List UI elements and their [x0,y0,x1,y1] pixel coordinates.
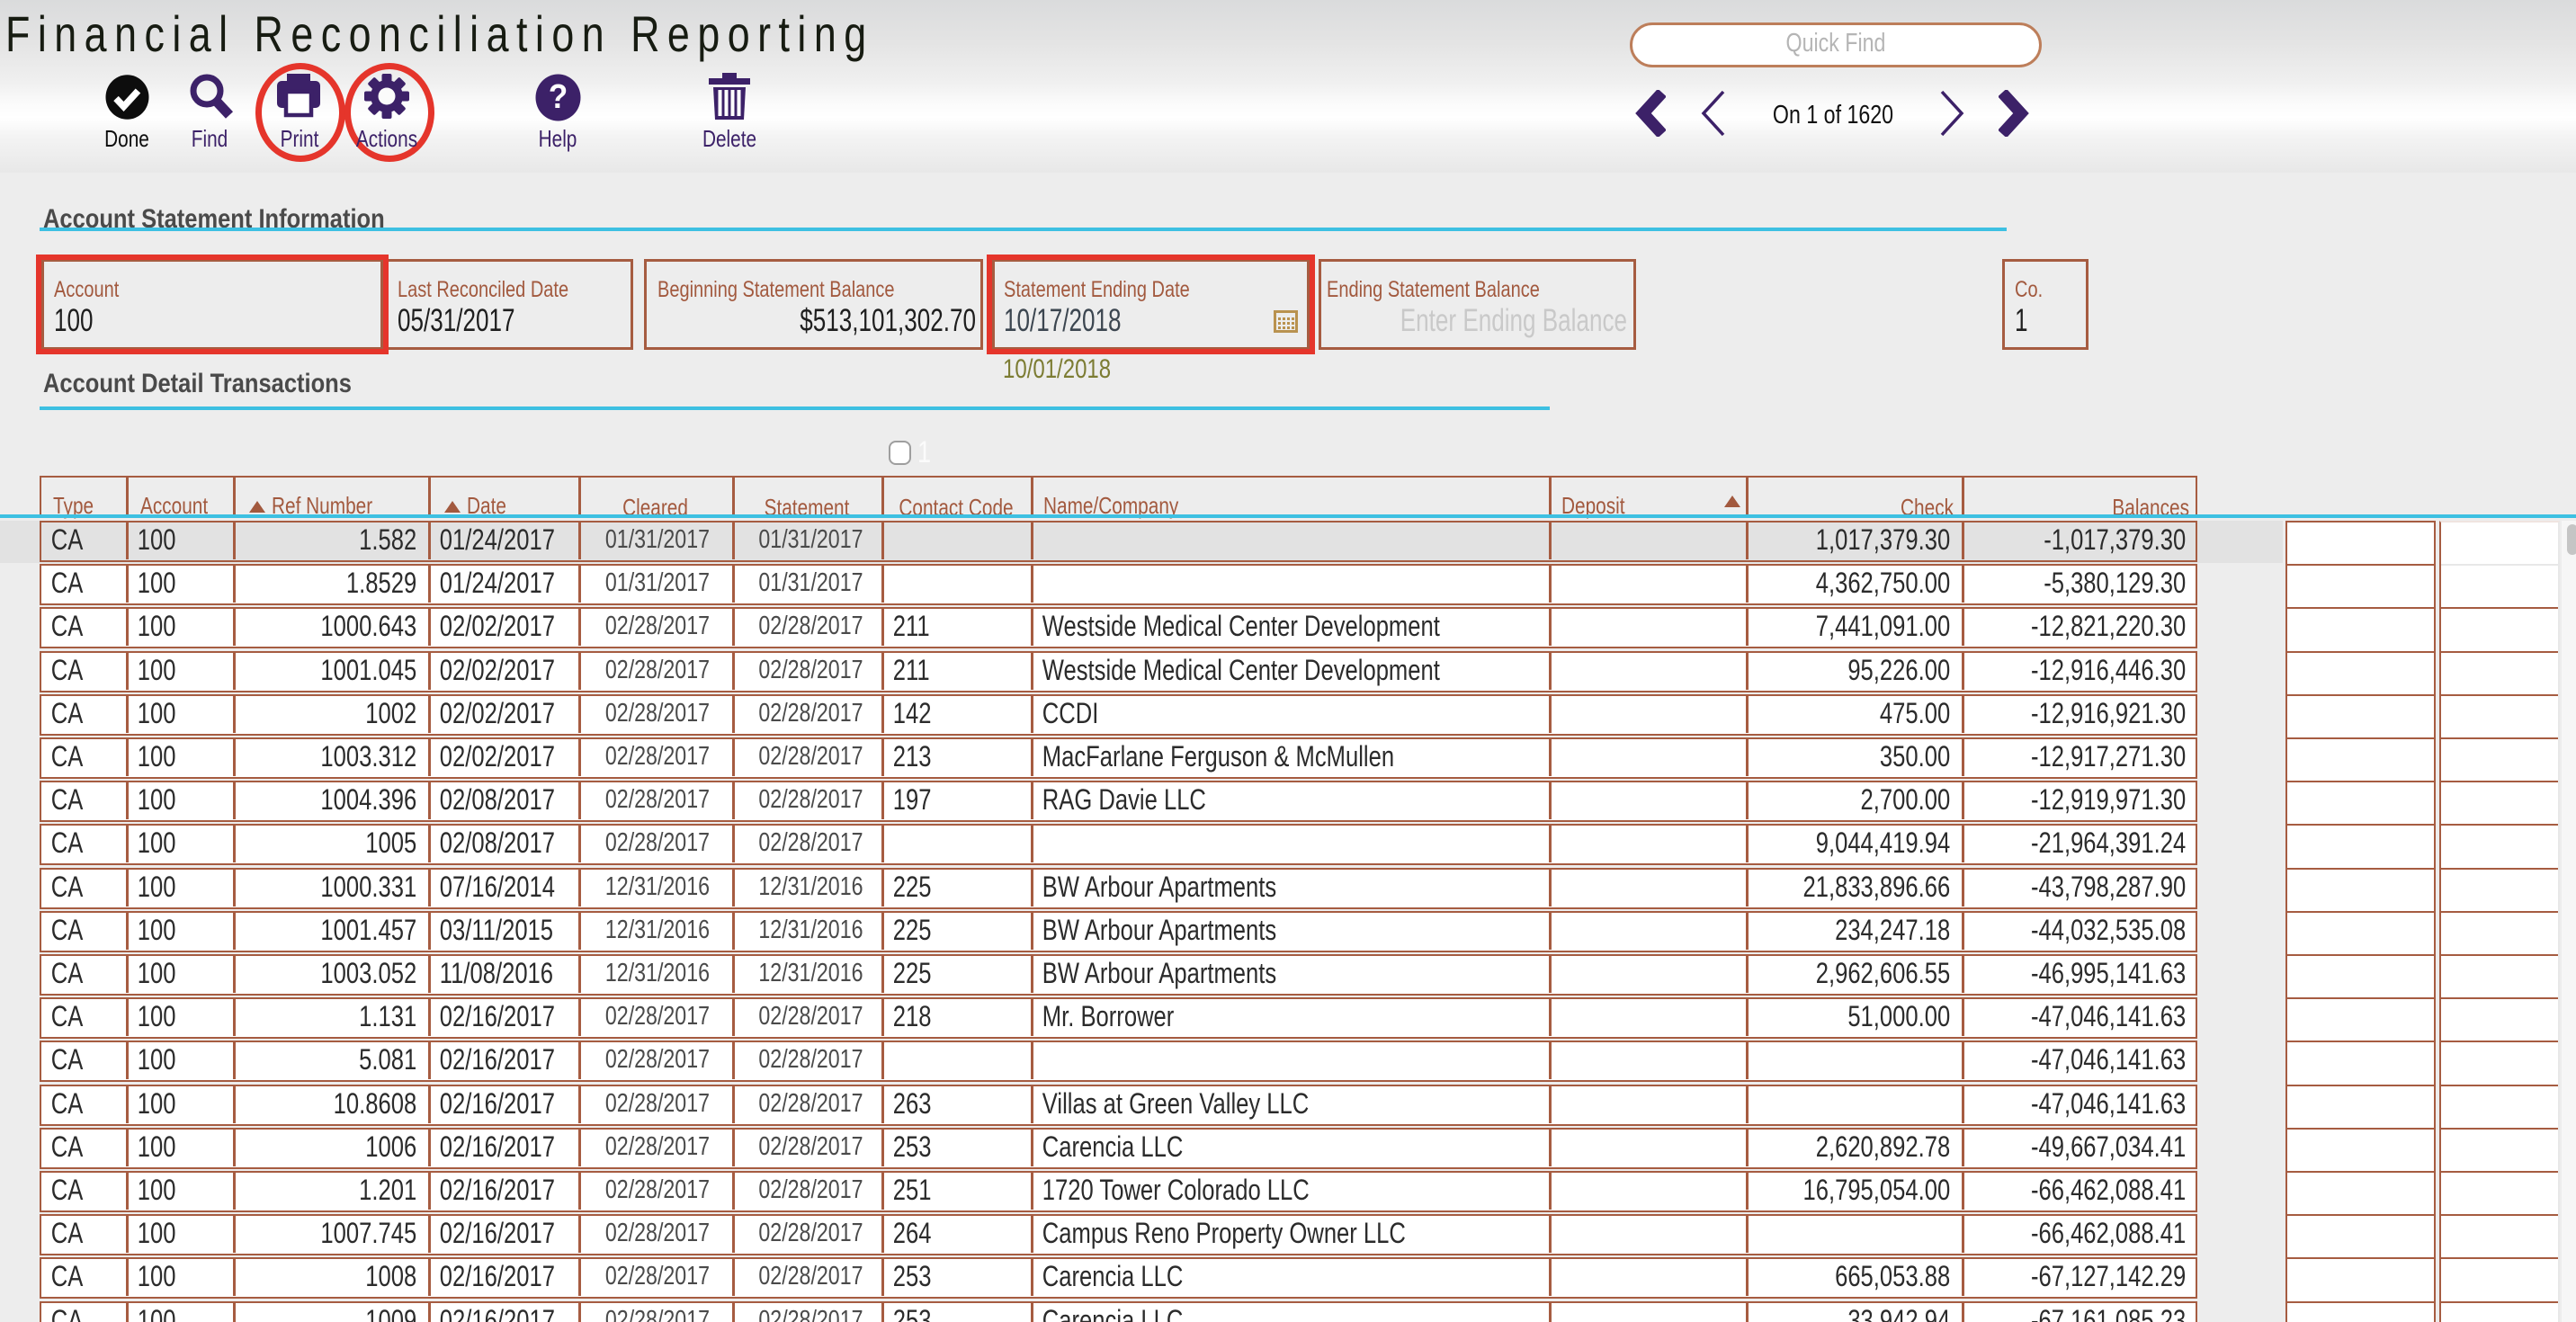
svg-text:?: ? [549,77,568,116]
